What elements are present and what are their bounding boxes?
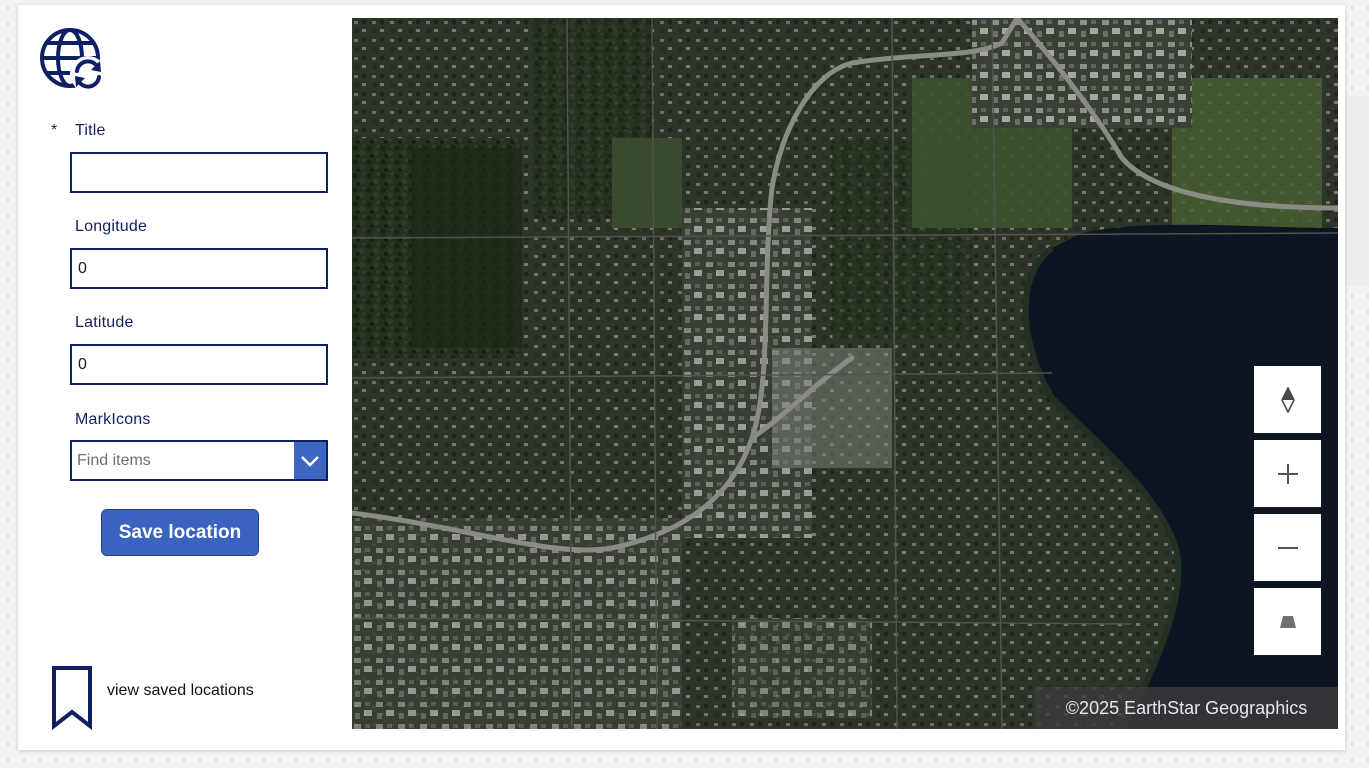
chevron-down-icon: [301, 455, 319, 467]
longitude-label: Longitude: [75, 218, 148, 235]
compass-button[interactable]: [1254, 366, 1321, 433]
zoom-out-button[interactable]: [1254, 514, 1321, 581]
globe-sync-icon: [40, 28, 106, 92]
zoom-in-button[interactable]: [1254, 440, 1321, 507]
required-marker: *: [51, 122, 58, 139]
zoom-out-icon: [1277, 546, 1298, 549]
title-input[interactable]: [70, 152, 328, 193]
map-attribution: ©2025 EarthStar Geographics: [1035, 687, 1338, 729]
satellite-imagery: [352, 18, 1338, 729]
markicons-combobox[interactable]: [70, 440, 328, 481]
longitude-input[interactable]: [70, 248, 328, 289]
view-saved-locations-link[interactable]: view saved locations: [107, 682, 254, 700]
bookmark-icon[interactable]: [50, 665, 94, 731]
latitude-input[interactable]: [70, 344, 328, 385]
save-location-button[interactable]: Save location: [101, 509, 259, 556]
title-label: Title: [75, 122, 106, 139]
dropdown-toggle[interactable]: [294, 442, 326, 479]
markicons-label: MarkIcons: [75, 411, 151, 428]
markicons-search-input[interactable]: [72, 442, 294, 479]
zoom-in-icon: [1277, 463, 1298, 484]
compass-icon: [1280, 386, 1295, 413]
pitch-button[interactable]: [1254, 588, 1321, 655]
pitch-icon: [1279, 615, 1296, 628]
satellite-map[interactable]: [352, 18, 1338, 729]
latitude-label: Latitude: [75, 314, 134, 331]
